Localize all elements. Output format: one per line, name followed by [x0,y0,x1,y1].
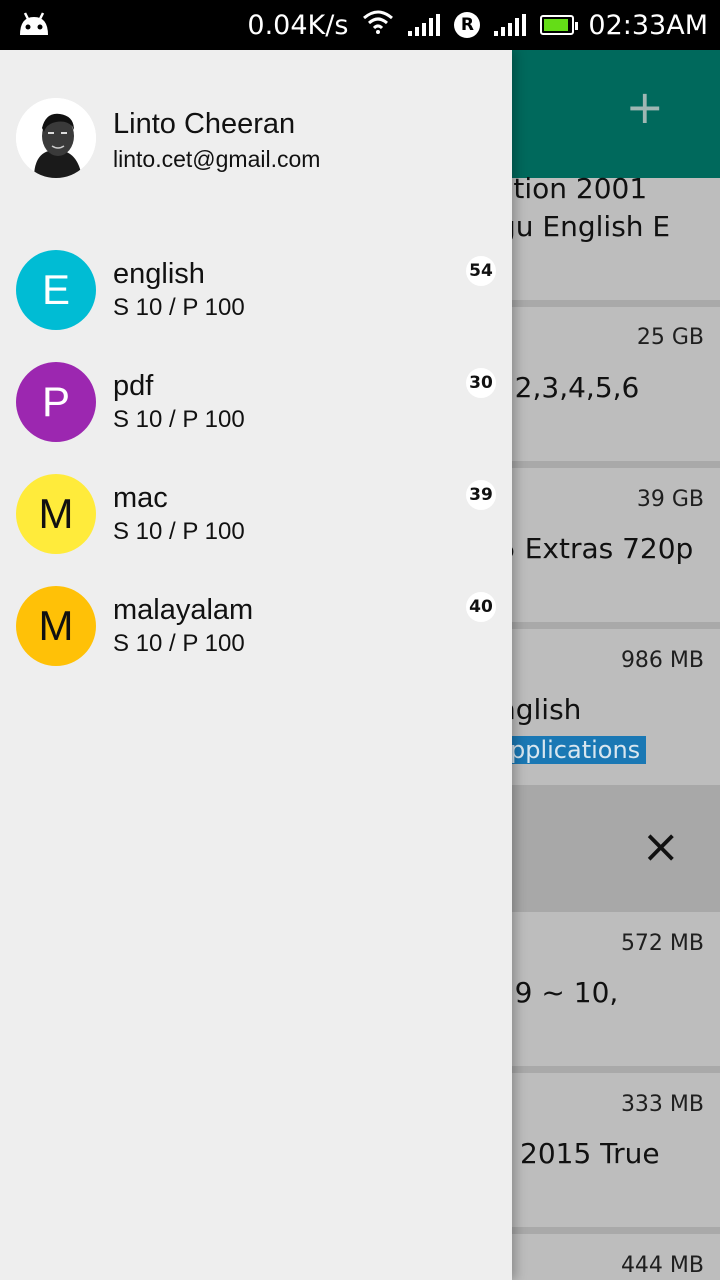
wifi-icon [362,10,394,41]
battery-icon [540,15,579,35]
card-tag: pplications [512,736,647,764]
close-icon[interactable]: × [641,819,680,873]
divider [512,1227,720,1234]
letter-avatar: E [16,250,96,330]
item-title: english [113,258,205,290]
letter-avatar: P [16,362,96,442]
letter-avatar: M [16,474,96,554]
drawer-item-pdf[interactable]: P pdf S 10 / P 100 30 [0,362,512,474]
count-badge: 30 [466,368,496,398]
list-card[interactable]: 444 MB [512,1234,720,1280]
item-title: mac [113,482,168,514]
divider [512,461,720,468]
android-icon [16,9,52,41]
list-card[interactable]: 572 MB l 9 ~ 10, [512,912,720,1066]
card-subtitle: gu English E [512,210,671,243]
card-size: 572 MB [620,931,704,956]
net-speed: 0.04K/s [247,9,349,41]
selection-bar: × [512,785,720,912]
profile-header[interactable]: Linto Cheeran linto.cet@gmail.com [16,98,496,178]
item-title: pdf [113,370,154,402]
add-button[interactable]: + [625,80,664,134]
signal-icon [408,14,441,36]
divider [512,622,720,629]
count-badge: 54 [466,256,496,286]
item-subtitle: S 10 / P 100 [113,518,245,545]
item-subtitle: S 10 / P 100 [113,406,245,433]
item-subtitle: S 10 / P 100 [113,630,245,657]
divider [512,300,720,307]
signal-icon-2 [494,14,527,36]
card-title: 2015 True [520,1137,660,1170]
card-size: 986 MB [620,648,704,673]
count-badge: 39 [466,480,496,510]
card-title: nglish [512,693,582,726]
drawer-item-mac[interactable]: M mac S 10 / P 100 39 [0,474,512,586]
card-size: 25 GB [636,325,704,350]
list-card[interactable]: ction 2001 gu English E [512,172,720,300]
card-size: 39 GB [636,487,704,512]
card-title: l,2,3,4,5,6 [512,371,640,404]
profile-email: linto.cet@gmail.com [113,146,321,172]
app-toolbar: + [512,50,720,178]
avatar [16,98,96,178]
card-size: 333 MB [620,1092,704,1117]
status-bar: 0.04K/s R 02:33AM [0,0,720,50]
card-title: ction 2001 [512,172,648,205]
card-title: l 9 ~ 10, [512,976,619,1009]
divider [512,1066,720,1073]
roaming-badge: R [454,12,481,38]
list-card[interactable]: 39 GB 5 Extras 720p [512,468,720,622]
background-app: + ction 2001 gu English E 25 GB l,2,3,4,… [512,50,720,1280]
letter-avatar: M [16,586,96,666]
clock: 02:33AM [588,9,708,41]
list-card[interactable]: 986 MB nglish pplications [512,629,720,785]
count-badge: 40 [466,592,496,622]
list-card[interactable]: 333 MB 2015 True [512,1073,720,1227]
card-size: 444 MB [620,1253,704,1278]
drawer-item-malayalam[interactable]: M malayalam S 10 / P 100 40 [0,586,512,698]
navigation-drawer: Linto Cheeran linto.cet@gmail.com E engl… [0,50,512,1280]
profile-name: Linto Cheeran [113,108,296,140]
card-title: 5 Extras 720p [512,532,694,565]
item-title: malayalam [113,594,254,626]
drawer-item-english[interactable]: E english S 10 / P 100 54 [0,250,512,362]
list-card[interactable]: 25 GB l,2,3,4,5,6 [512,307,720,461]
item-subtitle: S 10 / P 100 [113,294,245,321]
